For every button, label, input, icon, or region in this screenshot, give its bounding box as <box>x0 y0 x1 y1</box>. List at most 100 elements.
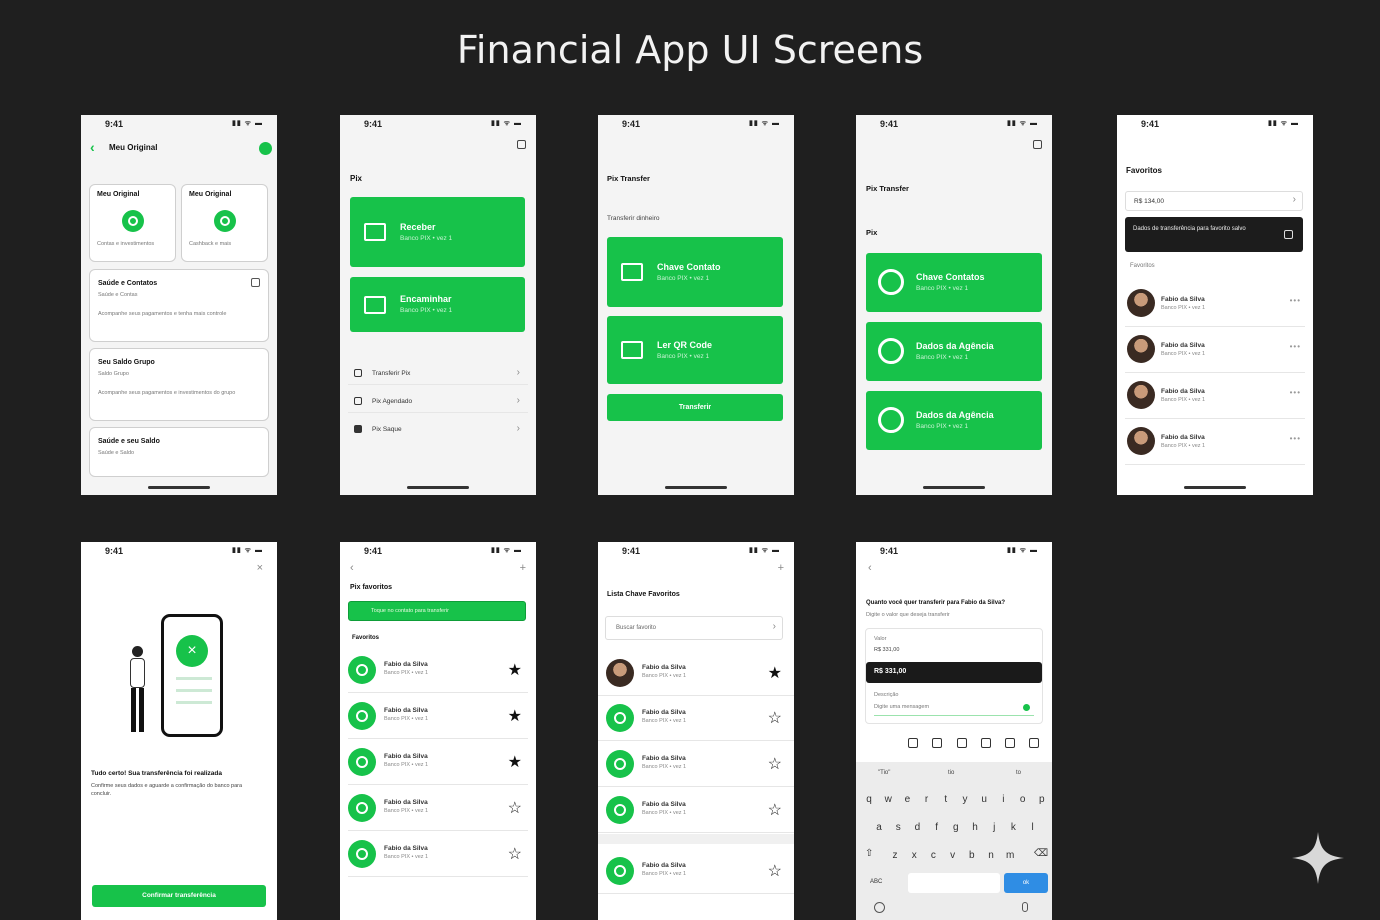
back-chevron-icon[interactable]: ‹ <box>350 562 354 574</box>
more-options-icon[interactable]: ••• <box>1290 296 1301 305</box>
transfer-button[interactable]: Transferir <box>607 394 783 421</box>
contact-key-button[interactable]: Chave Contato Banco PIX • vez 1 <box>607 237 783 307</box>
amount-input[interactable]: R$ 134,00 › <box>1125 191 1303 211</box>
favorite-row[interactable]: Fabio da Silva Banco PIX • vez 1 ☆ <box>348 831 528 877</box>
favorite-row[interactable]: Fabio da Silva Banco PIX • vez 1 ☆ <box>598 787 794 833</box>
contact-keys-button[interactable]: Chave Contatos Banco PIX • vez 1 <box>866 253 1042 312</box>
key-c[interactable]: c <box>926 847 940 865</box>
star-filled-icon[interactable]: ★ <box>768 663 782 683</box>
info-banner[interactable]: Dados de transferência para favorito sal… <box>1125 217 1303 252</box>
section-card-2[interactable]: Seu Saldo Grupo Saldo Grupo Acompanhe se… <box>89 348 269 421</box>
tip-banner[interactable]: Toque no contato para transferir <box>348 601 526 621</box>
key-z[interactable]: z <box>888 847 902 865</box>
key-y[interactable]: y <box>958 791 972 809</box>
pin-box[interactable] <box>981 738 991 748</box>
add-icon[interactable]: + <box>520 562 526 574</box>
favorite-row[interactable]: Fabio da Silva Banco PIX • vez 1 ★ <box>348 739 528 785</box>
star-outline-icon[interactable]: ☆ <box>768 800 782 820</box>
key-u[interactable]: u <box>977 791 991 809</box>
pin-box[interactable] <box>932 738 942 748</box>
list-item[interactable]: Pix Agendado › <box>348 391 528 413</box>
star-filled-icon[interactable]: ★ <box>508 706 522 726</box>
key-r[interactable]: r <box>920 791 934 809</box>
suggestion[interactable]: "Tio" <box>878 770 890 776</box>
agency-data-button-1[interactable]: Dados da Agência Banco PIX • vez 1 <box>866 322 1042 381</box>
key-s[interactable]: s <box>891 819 905 837</box>
favorite-row[interactable]: Fabio da Silva Banco PIX • vez 1 ☆ <box>598 741 794 787</box>
list-item[interactable]: Pix Saque › <box>348 419 528 441</box>
description-input[interactable]: Digite uma mensagem <box>874 703 1034 716</box>
favorite-row[interactable]: Fabio da Silva Banco PIX • vez 1 ☆ <box>348 785 528 831</box>
key-a[interactable]: a <box>872 819 886 837</box>
favorite-row[interactable]: Fabio da Silva Banco PIX • vez 1 ★ <box>598 650 794 696</box>
key-m[interactable]: m <box>1003 847 1017 865</box>
suggestion[interactable]: to <box>1016 770 1021 776</box>
contact-row[interactable]: Fabio da Silva Banco PIX • vez 1 ••• <box>1125 281 1305 327</box>
shift-key-icon[interactable]: ⇧ <box>865 848 873 859</box>
contact-row[interactable]: Fabio da Silva Banco PIX • vez 1 ••• <box>1125 327 1305 373</box>
suggestion[interactable]: tio <box>948 770 954 776</box>
star-outline-icon[interactable]: ☆ <box>768 708 782 728</box>
confirm-transfer-button[interactable]: Confirmar transferência <box>92 885 266 907</box>
account-card-b[interactable]: Meu Original Cashback e mais <box>181 184 268 262</box>
key-j[interactable]: j <box>987 819 1001 837</box>
contact-row[interactable]: Fabio da Silva Banco PIX • vez 1 ••• <box>1125 373 1305 419</box>
qr-code-button[interactable]: Ler QR Code Banco PIX • vez 1 <box>607 316 783 384</box>
forward-button[interactable]: Encaminhar Banco PIX • vez 1 <box>350 277 525 332</box>
receive-button[interactable]: Receber Banco PIX • vez 1 <box>350 197 525 267</box>
favorite-row[interactable]: Fabio da Silva Banco PIX • vez 1 ★ <box>348 647 528 693</box>
amount-input[interactable]: R$ 331,00 <box>866 662 1042 683</box>
key-f[interactable]: f <box>930 819 944 837</box>
pin-box[interactable] <box>957 738 967 748</box>
star-outline-icon[interactable]: ☆ <box>768 754 782 774</box>
abc-key[interactable]: ABC <box>870 879 882 885</box>
close-icon[interactable]: × <box>257 562 263 574</box>
key-w[interactable]: w <box>881 791 895 809</box>
emoji-icon[interactable] <box>874 902 885 913</box>
key-v[interactable]: v <box>946 847 960 865</box>
space-key[interactable] <box>908 873 1000 893</box>
star-filled-icon[interactable]: ★ <box>508 752 522 772</box>
back-chevron-icon[interactable]: ‹ <box>868 562 872 574</box>
add-icon[interactable]: + <box>778 562 784 574</box>
key-q[interactable]: q <box>862 791 876 809</box>
backspace-key-icon[interactable]: ⌫ <box>1034 848 1048 859</box>
favorite-row[interactable]: Fabio da Silva Banco PIX • vez 1 ☆ <box>598 848 794 894</box>
list-item[interactable]: Transferir Pix › <box>348 363 528 385</box>
contact-row[interactable]: Fabio da Silva Banco PIX • vez 1 ••• <box>1125 419 1305 465</box>
favorite-row[interactable]: Fabio da Silva Banco PIX • vez 1 ★ <box>348 693 528 739</box>
pin-box[interactable] <box>1005 738 1015 748</box>
star-outline-icon[interactable]: ☆ <box>768 861 782 881</box>
more-options-icon[interactable]: ••• <box>1290 388 1301 397</box>
key-n[interactable]: n <box>984 847 998 865</box>
favorite-row[interactable]: Fabio da Silva Banco PIX • vez 1 ☆ <box>598 695 794 741</box>
help-icon[interactable] <box>517 140 526 149</box>
pin-box[interactable] <box>1029 738 1039 748</box>
profile-dot-icon[interactable] <box>259 142 272 155</box>
key-i[interactable]: i <box>996 791 1010 809</box>
more-options-icon[interactable]: ••• <box>1290 342 1301 351</box>
return-key[interactable]: ok <box>1004 873 1048 893</box>
key-t[interactable]: t <box>939 791 953 809</box>
key-k[interactable]: k <box>1006 819 1020 837</box>
key-p[interactable]: p <box>1035 791 1049 809</box>
key-x[interactable]: x <box>907 847 921 865</box>
key-b[interactable]: b <box>965 847 979 865</box>
star-filled-icon[interactable]: ★ <box>508 660 522 680</box>
key-g[interactable]: g <box>949 819 963 837</box>
section-card-3[interactable]: Saúde e seu Saldo Saúde e Saldo <box>89 427 269 477</box>
star-outline-icon[interactable]: ☆ <box>508 844 522 864</box>
microphone-icon[interactable] <box>1022 902 1028 912</box>
search-input[interactable]: Buscar favorito › <box>605 616 783 640</box>
star-outline-icon[interactable]: ☆ <box>508 798 522 818</box>
agency-data-button-2[interactable]: Dados da Agência Banco PIX • vez 1 <box>866 391 1042 450</box>
back-chevron-icon[interactable]: ‹ <box>90 139 95 155</box>
pin-box[interactable] <box>908 738 918 748</box>
key-d[interactable]: d <box>910 819 924 837</box>
section-card-1[interactable]: Saúde e Contatos Saúde e Contas Acompanh… <box>89 269 269 342</box>
key-h[interactable]: h <box>968 819 982 837</box>
key-l[interactable]: l <box>1026 819 1040 837</box>
key-e[interactable]: e <box>900 791 914 809</box>
account-card-a[interactable]: Meu Original Contas e investimentos <box>89 184 176 262</box>
help-icon[interactable] <box>1033 140 1042 149</box>
